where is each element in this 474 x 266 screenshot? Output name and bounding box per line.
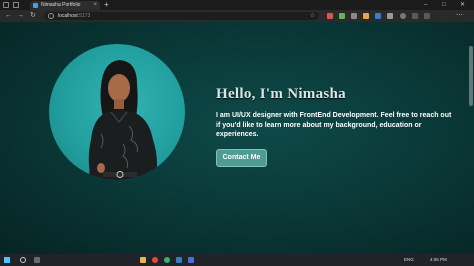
start-icon[interactable] xyxy=(4,257,10,263)
forward-button[interactable]: → xyxy=(17,11,24,21)
browser-toolbar: ← → ↻ localhost:5173 ☆ ⋯ xyxy=(0,10,474,22)
contact-me-button[interactable]: Contact Me xyxy=(216,149,267,167)
address-bar[interactable]: localhost:5173 ☆ xyxy=(44,12,319,20)
minimize-button[interactable]: – xyxy=(424,1,427,9)
extension-icon[interactable] xyxy=(351,13,357,19)
maximize-button[interactable]: □ xyxy=(442,1,446,9)
browser-tab-bar: Nimasha Portfolio × + – □ ✕ xyxy=(0,0,474,10)
site-info-icon[interactable] xyxy=(48,13,54,19)
extension-icon[interactable] xyxy=(363,13,369,19)
tab-portfolio[interactable]: Nimasha Portfolio × xyxy=(30,1,100,10)
page-viewport: Hello, I'm Nimasha I am UI/UX designer w… xyxy=(0,22,474,254)
url-port: :5173 xyxy=(77,13,91,19)
extension-icon[interactable] xyxy=(339,13,345,19)
hero-description: I am UI/UX designer with FrontEnd Develo… xyxy=(216,112,452,138)
profile-avatar-icon[interactable] xyxy=(400,13,406,19)
new-tab-button[interactable]: + xyxy=(104,1,109,9)
language-indicator[interactable]: ENG xyxy=(404,256,414,264)
taskbar: ENG 4:06 PM xyxy=(0,254,474,266)
hero-title: Hello, I'm Nimasha xyxy=(216,86,346,102)
page-scrollbar[interactable] xyxy=(469,46,473,106)
chrome-icon[interactable] xyxy=(152,257,158,263)
search-icon[interactable] xyxy=(20,257,26,263)
bookmark-star-icon[interactable]: ☆ xyxy=(310,12,315,20)
extensions-puzzle-icon[interactable] xyxy=(387,13,393,19)
store-icon[interactable] xyxy=(188,257,194,263)
tab-title: Nimasha Portfolio xyxy=(41,2,81,8)
clock[interactable]: 4:06 PM xyxy=(430,256,447,264)
back-button[interactable]: ← xyxy=(5,11,12,21)
url-host: localhost xyxy=(58,13,78,19)
profile-photo xyxy=(49,44,185,180)
person-illustration xyxy=(88,60,159,180)
url-text: localhost:5173 xyxy=(58,12,90,20)
close-window-button[interactable]: ✕ xyxy=(460,1,465,9)
browser-menu-button[interactable]: ⋯ xyxy=(456,11,463,21)
extension-icon[interactable] xyxy=(327,13,333,19)
edge-icon[interactable] xyxy=(164,257,170,263)
task-view-icon[interactable] xyxy=(34,257,40,263)
tab-actions-icon[interactable] xyxy=(13,2,19,8)
reload-button[interactable]: ↻ xyxy=(30,11,36,21)
profile-icon[interactable] xyxy=(3,2,9,8)
favorites-icon[interactable] xyxy=(412,13,418,19)
vscode-icon[interactable] xyxy=(176,257,182,263)
tab-close-icon[interactable]: × xyxy=(93,1,97,9)
explorer-icon[interactable] xyxy=(140,257,146,263)
extension-icon[interactable] xyxy=(375,13,381,19)
favicon-icon xyxy=(33,3,38,8)
collections-icon[interactable] xyxy=(424,13,430,19)
